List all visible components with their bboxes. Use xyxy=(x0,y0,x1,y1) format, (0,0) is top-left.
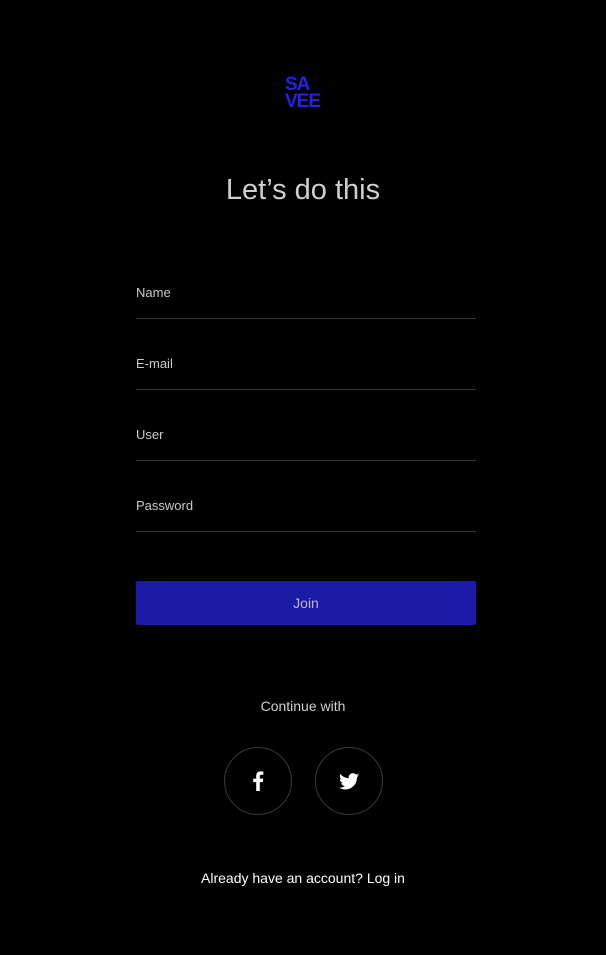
email-input[interactable] xyxy=(136,349,476,377)
login-link[interactable]: Log in xyxy=(367,870,405,886)
savee-logo[interactable]: SA VEE xyxy=(285,75,329,112)
email-field-container xyxy=(136,349,476,390)
password-input[interactable] xyxy=(136,491,476,519)
continue-with-label: Continue with xyxy=(260,698,346,714)
name-field-container xyxy=(136,278,476,319)
password-field-container xyxy=(136,491,476,532)
user-field-container xyxy=(136,420,476,461)
page-title: Let’s do this xyxy=(225,174,381,206)
user-input[interactable] xyxy=(136,420,476,448)
join-button[interactable]: Join xyxy=(136,581,476,625)
footer-login-prompt: Already have an account? Log in xyxy=(0,870,606,886)
facebook-button[interactable] xyxy=(224,747,292,815)
twitter-button[interactable] xyxy=(315,747,383,815)
footer-prompt-text: Already have an account? xyxy=(201,870,363,886)
logo-line-2: VEE xyxy=(285,91,321,112)
name-input[interactable] xyxy=(136,278,476,306)
twitter-icon xyxy=(339,772,359,789)
facebook-icon xyxy=(253,771,264,791)
